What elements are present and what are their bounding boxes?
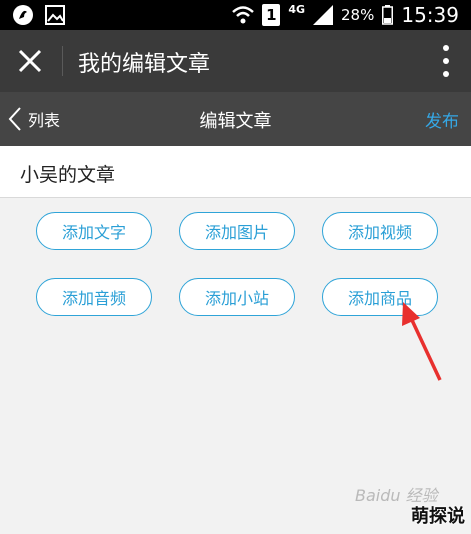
add-video-button[interactable]: 添加视频 xyxy=(322,212,438,250)
app-notification-icon xyxy=(13,5,33,25)
signal-icon xyxy=(313,5,334,25)
app-bar: 我的编辑文章 xyxy=(0,30,471,92)
add-image-button[interactable]: 添加图片 xyxy=(179,212,295,250)
add-audio-button[interactable]: 添加音频 xyxy=(36,278,152,316)
page-title: 编辑文章 xyxy=(199,111,272,132)
article-title-field[interactable]: 小吴的文章 xyxy=(0,146,471,198)
battery-percent: 28% xyxy=(341,6,375,24)
clock: 15:39 xyxy=(401,3,459,27)
network-type: 4G xyxy=(288,2,306,16)
more-vert-icon[interactable] xyxy=(441,44,451,78)
status-bar: 1 4G 28% 15:39 xyxy=(0,0,471,30)
battery-icon xyxy=(382,5,394,25)
article-title: 小吴的文章 xyxy=(20,164,116,186)
add-text-button[interactable]: 添加文字 xyxy=(36,212,152,250)
publish-button[interactable]: 发布 xyxy=(425,107,459,132)
image-notification-icon xyxy=(45,5,65,25)
status-left-icons xyxy=(12,4,66,26)
close-icon[interactable] xyxy=(16,47,44,75)
wifi-icon xyxy=(232,6,255,24)
add-product-button[interactable]: 添加商品 xyxy=(322,278,438,316)
sim-badge: 1 xyxy=(262,4,281,26)
nav-bar: 列表 编辑文章 发布 xyxy=(0,92,471,146)
status-right: 1 4G 28% 15:39 xyxy=(232,0,459,30)
app-title: 我的编辑文章 xyxy=(78,52,211,77)
add-site-button[interactable]: 添加小站 xyxy=(179,278,295,316)
app-bar-divider xyxy=(62,46,63,76)
site-watermark: 萌探说 xyxy=(411,506,465,527)
